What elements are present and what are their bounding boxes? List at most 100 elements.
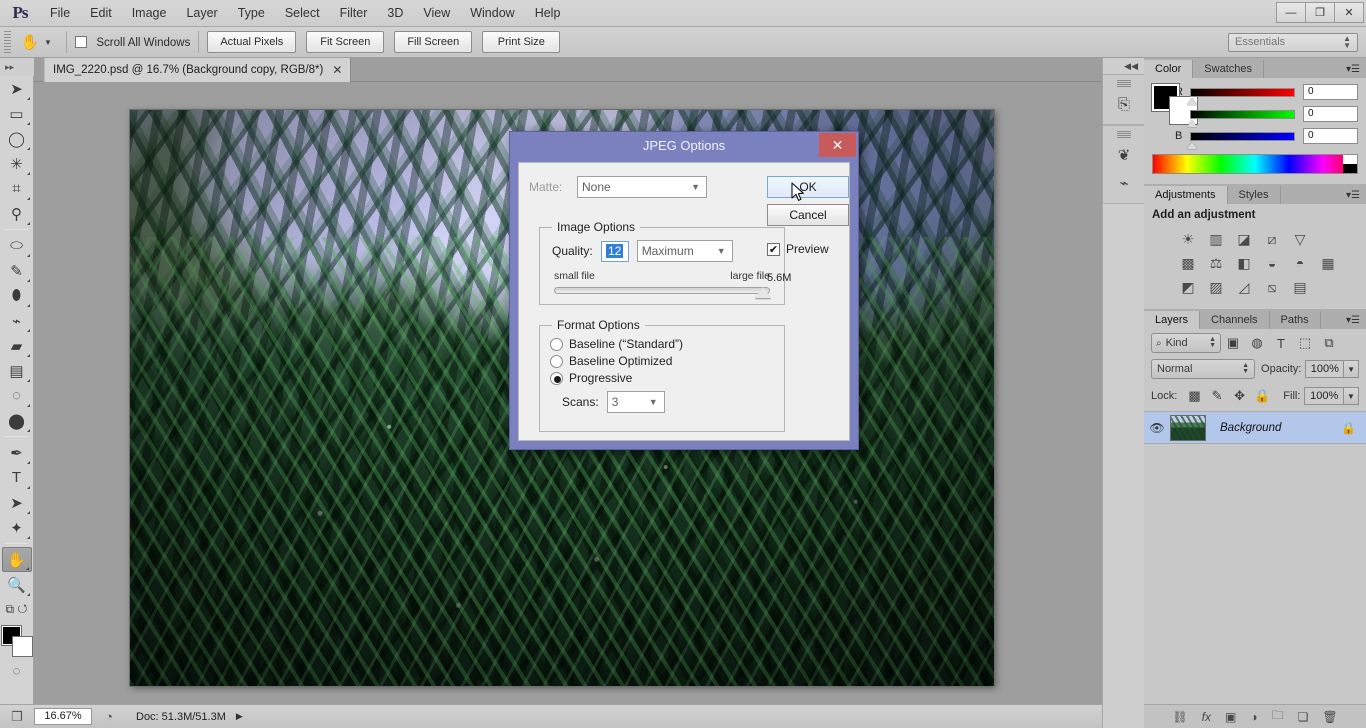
filter-pixel-layers-icon[interactable]: ▣ [1221,333,1245,353]
checkbox-box[interactable]: ✔ [767,242,780,256]
ok-button[interactable]: OK [767,176,849,198]
radio-baseline-standard[interactable]: Baseline (“Standard”) [550,337,784,351]
table-row[interactable]: 👁 Background 🔒 [1144,412,1366,444]
menu-3d[interactable]: 3D [377,0,413,27]
delete-layer-icon[interactable]: 🗑 [1322,710,1337,724]
gradient-tool[interactable]: ▤ [2,358,32,383]
hand-tool[interactable]: ✋ [1,547,32,572]
zoom-tool[interactable]: 🔍 [2,572,32,597]
minimize-button[interactable]: — [1276,2,1306,23]
hue-saturation-icon[interactable]: ▩ [1176,252,1200,274]
screen-mode-icon[interactable]: ❐ [0,705,34,728]
hand-tool-icon[interactable]: ✋ [16,30,44,54]
crop-tool[interactable]: ⌗ [2,176,32,201]
curves-icon[interactable]: ◪ [1232,228,1256,250]
layer-thumbnail[interactable] [1170,414,1206,441]
color-spectrum-ramp[interactable] [1152,154,1358,174]
edit-toolbar-icon[interactable]: ⧉ ↺ [2,597,32,622]
threshold-icon[interactable]: ◿ [1232,276,1256,298]
close-button[interactable]: ✕ [1334,2,1364,23]
menu-edit[interactable]: Edit [80,0,122,27]
channel-value-g[interactable]: 0 [1303,106,1358,122]
menu-layer[interactable]: Layer [176,0,227,27]
opacity-value[interactable]: 100% [1305,360,1345,378]
menu-type[interactable]: Type [228,0,275,27]
menu-select[interactable]: Select [275,0,330,27]
color-lookup-icon[interactable]: ▦ [1316,252,1340,274]
new-layer-icon[interactable]: ❏ [1298,710,1309,724]
close-icon[interactable]: ✕ [332,63,342,77]
slider-thumb[interactable] [1187,97,1197,105]
brush-presets-panel-icon[interactable]: ❦ [1103,141,1145,169]
filter-shape-layers-icon[interactable]: ⬚ [1293,333,1317,353]
status-expand-icon[interactable]: ▶ [236,711,243,722]
history-brush-tool[interactable]: ⌁ [2,308,32,333]
rail-grip[interactable] [1116,131,1131,138]
spectrum-bw-swatch[interactable] [1343,155,1357,173]
tab-layers[interactable]: Layers [1144,311,1201,329]
exposure-icon[interactable]: ⧄ [1260,228,1284,250]
lock-image-pixels-icon[interactable]: ✎ [1206,386,1229,406]
dodge-tool[interactable]: ⬤ [2,408,32,433]
tab-swatches[interactable]: Swatches [1193,60,1264,78]
clone-stamp-tool[interactable]: ⬮ [2,283,32,308]
lock-all-icon[interactable]: 🔒 [1251,386,1274,406]
preview-checkbox[interactable]: ✔ Preview [767,242,849,256]
quality-input[interactable]: 12 [600,240,629,262]
quick-mask-icon[interactable]: ◌ [2,658,32,683]
posterize-icon[interactable]: ▨ [1204,276,1228,298]
rectangular-marquee-tool[interactable]: ▭ [2,101,32,126]
new-group-icon[interactable]: 🗀 [1272,706,1284,727]
selective-color-icon[interactable]: ⧅ [1260,276,1284,298]
collapse-panels-icon[interactable]: ◀◀ [1103,58,1144,74]
document-info-icon[interactable]: ◔ [92,705,126,728]
eyedropper-tool[interactable]: ⚲ [2,201,32,226]
photo-filter-icon[interactable]: ◒ [1260,252,1284,274]
slider-thumb[interactable] [755,287,771,298]
channel-mixer-icon[interactable]: ◓ [1288,252,1312,274]
clone-source-panel-icon[interactable]: ⌁ [1103,169,1145,197]
matte-select[interactable]: None ▼ [577,176,707,198]
tool-preset-chevron-down-icon[interactable]: ▼ [44,38,52,47]
zoom-level-input[interactable]: 16.67% [34,708,92,725]
filter-adjustment-layers-icon[interactable]: ◍ [1245,333,1269,353]
chevron-updown-icon[interactable]: ▲ ▼ [1209,336,1216,349]
vibrance-icon[interactable]: ▽ [1288,228,1312,250]
dialog-title-bar[interactable]: JPEG Options ✕ [510,132,858,159]
new-fill-adjustment-layer-icon[interactable]: ◑ [1250,710,1257,724]
layer-visibility-icon[interactable]: 👁 [1144,421,1170,435]
opacity-chevron-down-icon[interactable]: ▼ [1344,360,1359,378]
channel-value-b[interactable]: 0 [1303,128,1358,144]
channel-slider-r[interactable] [1187,87,1295,105]
radio-button[interactable] [550,337,563,351]
layer-filter-kind-select[interactable]: ⌕ Kind ▲ ▼ [1151,333,1221,353]
menu-help[interactable]: Help [525,0,571,27]
add-layer-mask-icon[interactable]: ▣ [1225,710,1236,724]
radio-progressive[interactable]: Progressive [550,371,784,385]
menu-filter[interactable]: Filter [330,0,378,27]
tab-styles[interactable]: Styles [1227,186,1281,204]
lasso-tool[interactable]: ◯ [2,126,32,151]
eraser-tool[interactable]: ▰ [2,333,32,358]
dialog-close-button[interactable]: ✕ [819,133,856,157]
black-white-icon[interactable]: ◧ [1232,252,1256,274]
tools-collapse-toggle[interactable]: ▸▸ [0,58,34,76]
channel-slider-b[interactable] [1187,131,1295,149]
slider-thumb[interactable] [1187,141,1197,149]
print-size-button[interactable]: Print Size [482,31,561,53]
cancel-button[interactable]: Cancel [767,204,849,226]
color-balance-icon[interactable]: ⚖ [1204,252,1228,274]
magic-wand-tool[interactable]: ✳ [2,151,32,176]
layer-name[interactable]: Background [1220,422,1281,434]
layer-style-fx-icon[interactable]: fx [1202,710,1211,724]
brightness-contrast-icon[interactable]: ☀ [1176,228,1200,250]
invert-icon[interactable]: ◩ [1176,276,1200,298]
radio-button[interactable] [550,354,563,368]
menu-file[interactable]: File [40,0,80,27]
tab-color[interactable]: Color [1144,60,1194,78]
lock-transparent-pixels-icon[interactable]: ▩ [1183,386,1206,406]
scans-select[interactable]: 3 ▼ [606,391,665,413]
blur-tool[interactable]: ◌ [2,383,32,408]
path-selection-tool[interactable]: ➤ [2,490,32,515]
chevron-updown-icon[interactable]: ▲ ▼ [1242,362,1249,375]
